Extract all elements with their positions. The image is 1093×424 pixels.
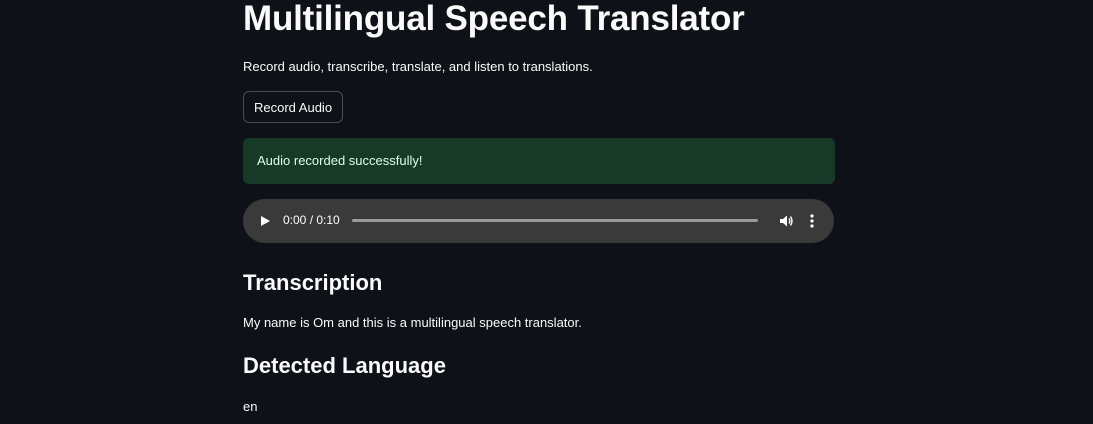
audio-time-display: 0:00 / 0:10 xyxy=(283,213,340,227)
play-icon[interactable] xyxy=(261,216,270,226)
transcription-heading: Transcription xyxy=(243,270,383,295)
page-subtitle: Record audio, transcribe, translate, and… xyxy=(243,59,593,74)
audio-progress-slider[interactable] xyxy=(352,219,758,222)
detected-language-heading: Detected Language xyxy=(243,353,446,378)
record-audio-button[interactable]: Record Audio xyxy=(243,91,344,123)
page-title: Multilingual Speech Translator xyxy=(243,0,745,38)
success-alert: Audio recorded successfully! xyxy=(243,138,835,184)
more-options-icon[interactable] xyxy=(806,213,818,229)
transcription-text: My name is Om and this is a multilingual… xyxy=(243,315,582,330)
volume-icon[interactable] xyxy=(779,214,793,228)
success-alert-message: Audio recorded successfully! xyxy=(257,153,423,168)
detected-language-value: en xyxy=(243,399,258,414)
audio-player[interactable]: 0:00 / 0:10 xyxy=(243,199,834,243)
